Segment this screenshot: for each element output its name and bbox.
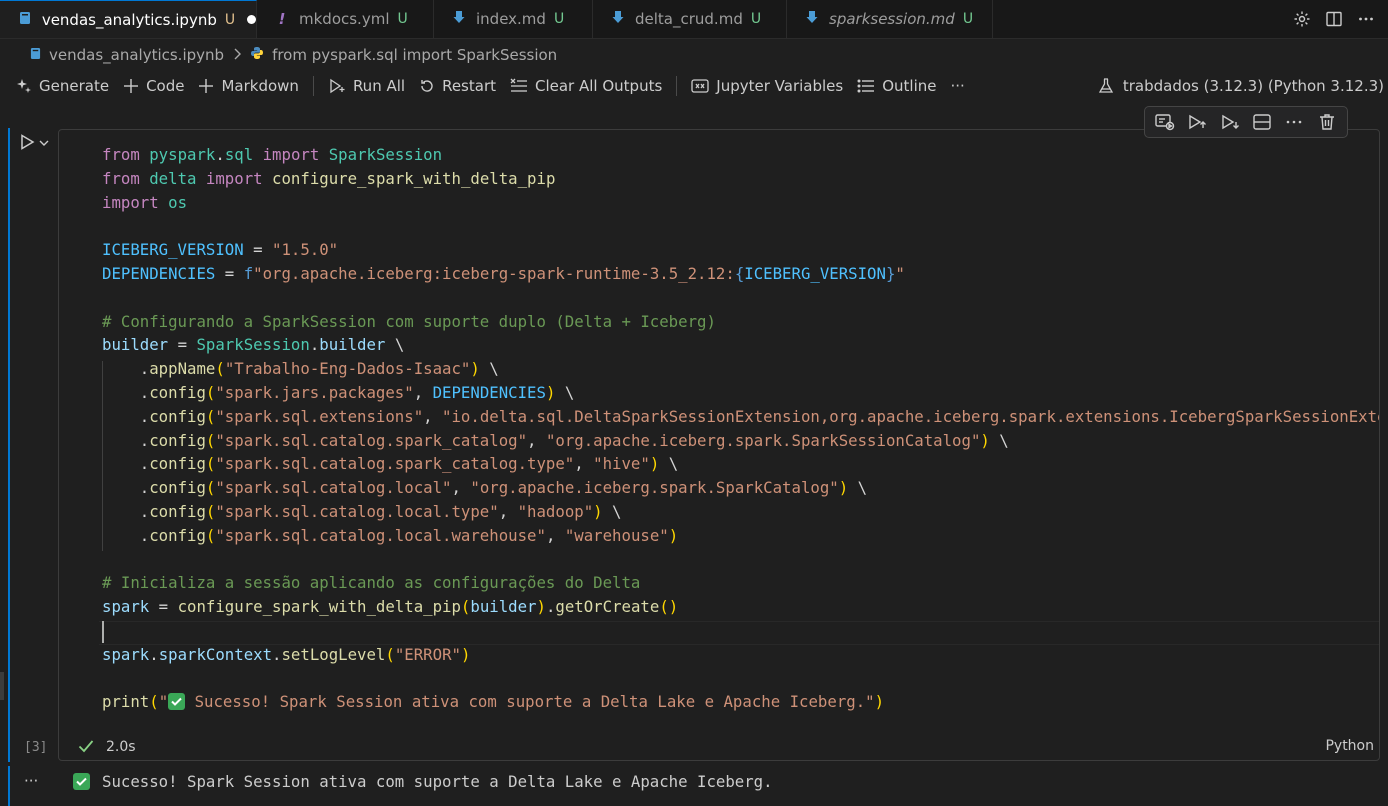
python-icon <box>250 46 264 64</box>
tab-git-status: U <box>750 11 762 27</box>
plus-icon <box>123 78 139 94</box>
tab-delta-crud-md[interactable]: delta_crud.md U <box>593 0 787 38</box>
cell-toolbar <box>1144 106 1348 138</box>
check-icon <box>78 738 94 757</box>
run-cell-icon[interactable] <box>18 133 36 155</box>
toolbar-divider <box>676 76 678 96</box>
execute-below-icon[interactable] <box>1220 113 1240 131</box>
toolbar-divider <box>312 76 314 96</box>
chevron-right-icon <box>233 46 242 64</box>
clear-all-icon <box>510 78 528 94</box>
cell-status: 2.0s <box>78 736 136 758</box>
execution-count: [3] <box>24 740 48 755</box>
tab-git-status: U <box>397 11 408 27</box>
tab-index-md[interactable]: index.md U <box>434 0 593 38</box>
tab-sparksession-md[interactable]: sparksession.md U <box>787 0 993 38</box>
variables-icon <box>691 78 709 94</box>
execute-above-icon[interactable] <box>1187 113 1207 131</box>
output-focus-indicator <box>8 766 10 806</box>
tab-git-status: U <box>553 11 565 27</box>
cell-output: Sucesso! Spark Session ativa com suporte… <box>73 772 773 791</box>
tab-mkdocs[interactable]: ! mkdocs.yml U <box>257 0 434 38</box>
outline-icon <box>857 78 875 94</box>
outline-button[interactable]: Outline <box>857 77 936 95</box>
code-cell-editor[interactable]: from pyspark.sql import SparkSession from… <box>58 129 1380 761</box>
add-code-cell-button[interactable]: Code <box>123 77 184 95</box>
generate-button[interactable]: Generate <box>16 77 109 95</box>
tab-bar: vendas_analytics.ipynb U ! mkdocs.yml U … <box>0 0 1388 39</box>
kernel-picker[interactable]: trabdados (3.12.3) (Python 3.12.3) <box>1098 71 1384 101</box>
markdown-icon <box>611 10 625 28</box>
text-cursor <box>102 621 104 643</box>
tab-git-status: U <box>962 11 974 27</box>
add-markdown-cell-button[interactable]: Markdown <box>198 77 299 95</box>
output-text: Sucesso! Spark Session ativa com suporte… <box>102 772 773 791</box>
gear-icon[interactable] <box>1292 9 1312 29</box>
more-actions-icon[interactable] <box>1356 9 1376 29</box>
notebook-icon <box>18 11 32 29</box>
unsaved-dot-icon[interactable] <box>247 15 256 24</box>
output-more-button[interactable]: ··· <box>24 772 38 790</box>
cell-run-controls <box>18 133 50 155</box>
plus-icon <box>198 78 214 94</box>
notebook-toolbar: Generate Code Markdown Run All Restart C… <box>0 71 1388 101</box>
tab-vendas-analytics[interactable]: vendas_analytics.ipynb U <box>0 0 257 38</box>
notebook-icon <box>30 46 41 64</box>
split-editor-icon[interactable] <box>1324 9 1344 29</box>
check-emoji-icon <box>73 773 90 790</box>
cell-more-icon[interactable] <box>1284 113 1304 131</box>
run-all-button[interactable]: Run All <box>328 77 405 95</box>
sparkle-icon <box>16 78 32 94</box>
delete-cell-icon[interactable] <box>1317 113 1337 131</box>
check-emoji-icon <box>168 693 186 711</box>
split-cell-icon[interactable] <box>1252 113 1272 131</box>
chevron-down-icon[interactable] <box>38 135 50 153</box>
cell-focus-indicator <box>8 128 10 762</box>
flask-icon <box>1098 78 1114 94</box>
tab-label: delta_crud.md <box>635 10 743 28</box>
jupyter-variables-button[interactable]: Jupyter Variables <box>691 77 843 95</box>
markdown-icon <box>452 10 466 28</box>
scrollbar-thumb[interactable] <box>0 672 4 700</box>
code-content[interactable]: from pyspark.sql import SparkSession from… <box>102 143 1379 714</box>
cell-language-button[interactable]: Python <box>1325 738 1374 754</box>
execution-duration: 2.0s <box>106 739 136 755</box>
editor-actions <box>1292 0 1388 38</box>
breadcrumb-file[interactable]: vendas_analytics.ipynb <box>49 46 224 64</box>
breadcrumb-symbol[interactable]: from pyspark.sql import SparkSession <box>272 46 557 64</box>
tab-label: vendas_analytics.ipynb <box>41 10 217 29</box>
breadcrumb: vendas_analytics.ipynb from pyspark.sql … <box>0 39 1388 71</box>
tab-label: sparksession.md <box>829 10 955 28</box>
toolbar-more-button[interactable]: ··· <box>950 77 964 95</box>
kernel-label: trabdados (3.12.3) (Python 3.12.3) <box>1122 77 1384 95</box>
run-by-line-icon[interactable] <box>1155 113 1175 131</box>
run-all-icon <box>328 78 346 94</box>
tab-label: mkdocs.yml <box>299 10 390 28</box>
restart-button[interactable]: Restart <box>419 77 496 95</box>
clear-all-outputs-button[interactable]: Clear All Outputs <box>510 77 662 95</box>
restart-icon <box>419 78 435 94</box>
yaml-icon: ! <box>278 10 286 28</box>
markdown-icon <box>805 10 819 28</box>
tab-git-status: U <box>224 11 236 28</box>
tab-label: index.md <box>476 10 546 28</box>
